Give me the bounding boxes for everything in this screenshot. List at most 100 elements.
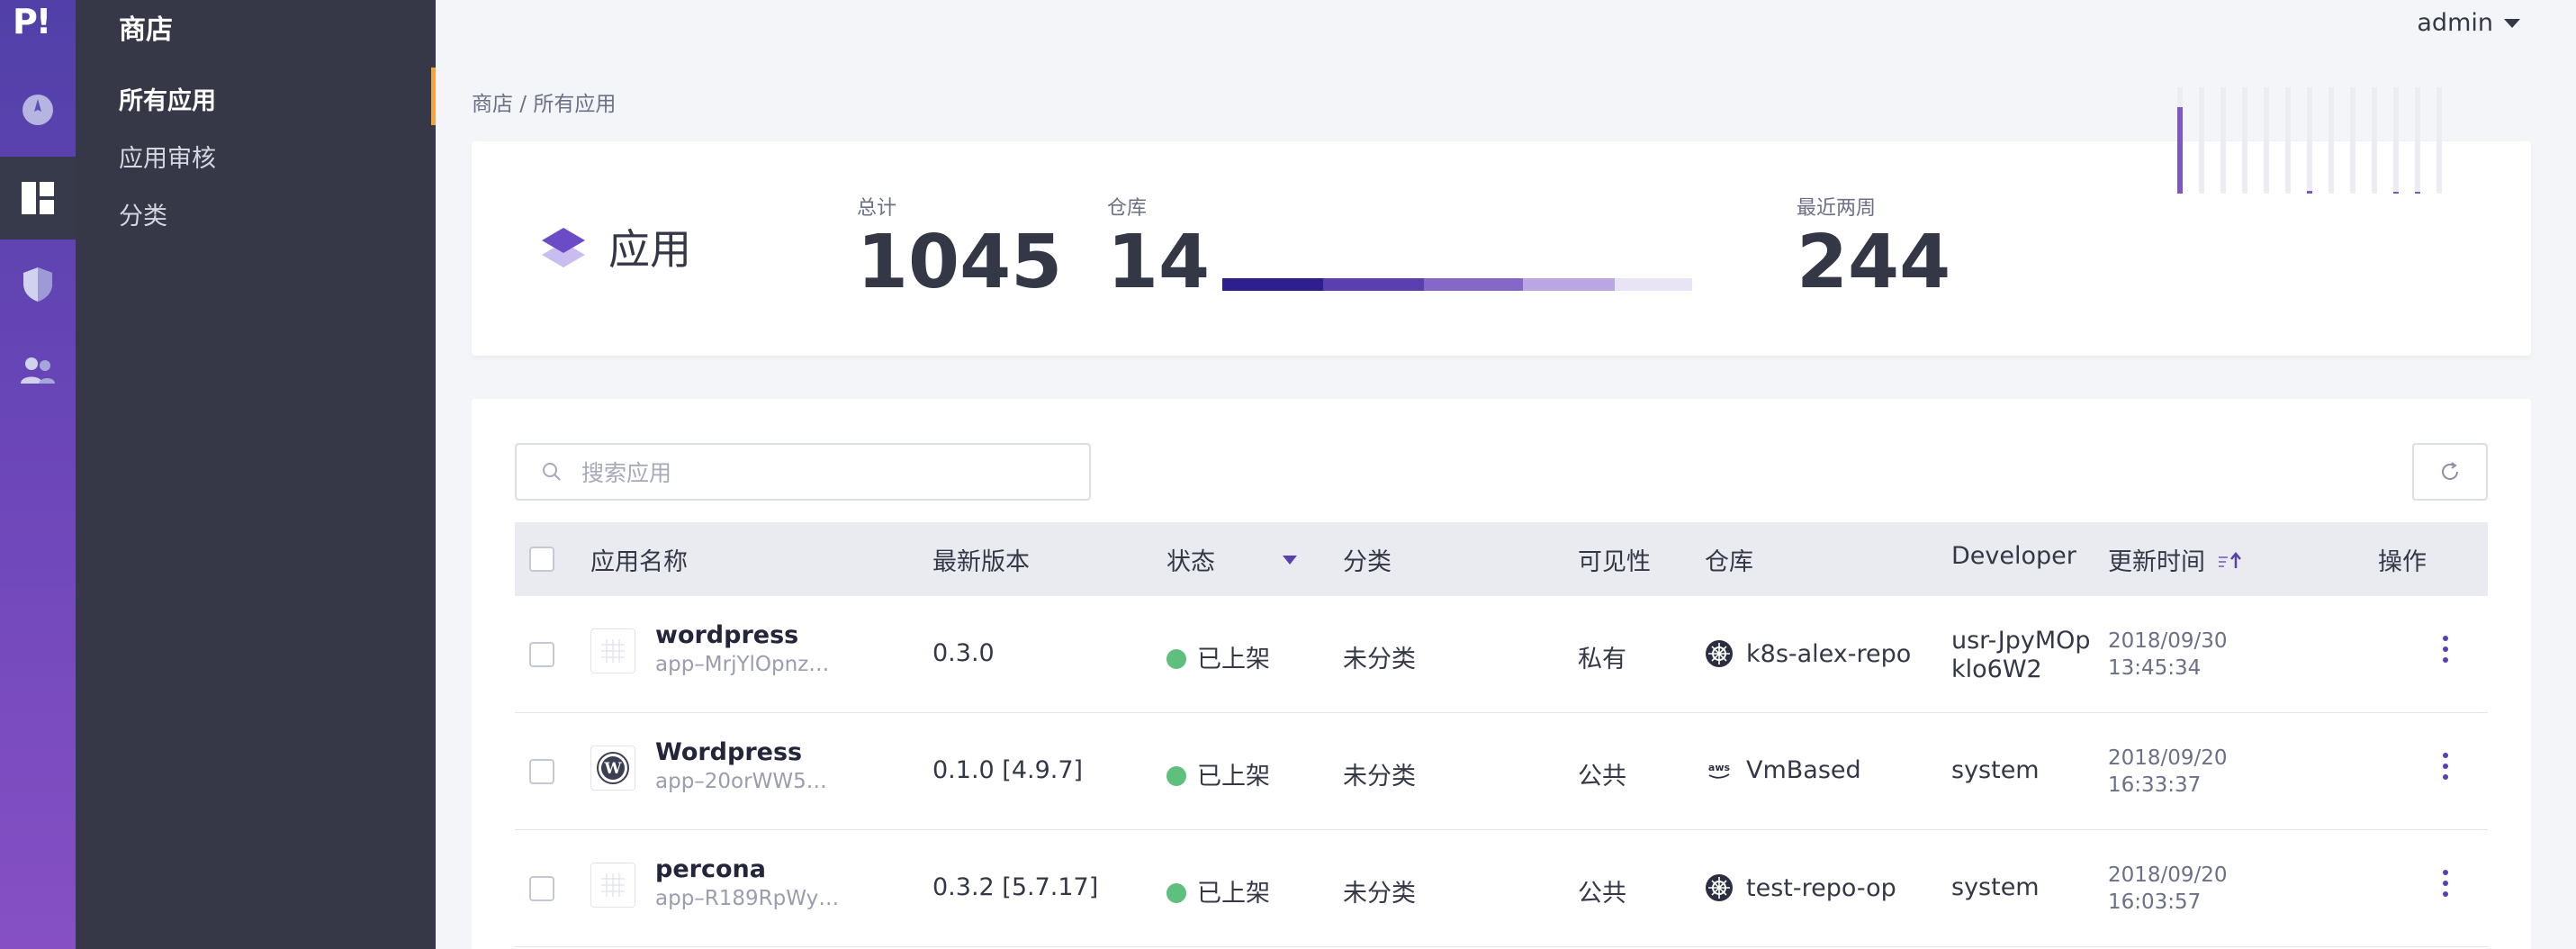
developer-line: klo6W2	[1951, 655, 2042, 684]
status-dot	[1166, 649, 1186, 669]
row-checkbox[interactable]	[529, 642, 554, 667]
app-id: app–MrjYlOpnz…	[655, 653, 830, 676]
repo-name: VmBased	[1746, 756, 1861, 784]
repo-name: k8s-alex-repo	[1746, 639, 1912, 668]
status-text: 已上架	[1197, 880, 1270, 908]
table-row[interactable]: wordpress app–MrjYlOpnz… 0.3.0 已上架 未分类 私…	[515, 596, 2488, 713]
app-developer: usr-JpyMOp klo6W2	[1951, 627, 2091, 685]
total-value: 1045	[857, 220, 1063, 305]
status-badge: 已上架	[1166, 756, 1270, 791]
app-category: 未分类	[1343, 763, 1416, 791]
header-category[interactable]: 分类	[1343, 542, 1392, 577]
breadcrumb: 商店 / 所有应用	[472, 93, 617, 116]
helm-wheel-icon	[1706, 640, 1733, 667]
app-logo[interactable]: P!	[13, 2, 51, 41]
user-menu[interactable]: admin	[2417, 9, 2520, 37]
app-category: 未分类	[1343, 880, 1416, 908]
svg-text:aws: aws	[1708, 762, 1731, 773]
app-version: 0.1.0 [4.9.7]	[932, 756, 1084, 784]
app-updated: 2018/09/30 13:45:34	[2108, 628, 2228, 682]
header-status[interactable]: 状态	[1166, 542, 1298, 577]
header-visibility[interactable]: 可见性	[1578, 542, 1651, 577]
updated-time: 13:45:34	[2108, 655, 2202, 680]
updated-time: 16:03:57	[2108, 890, 2202, 914]
repo-name: test-repo-op	[1746, 873, 1896, 902]
app-placeholder-icon	[590, 628, 635, 673]
search-icon	[543, 463, 561, 481]
sort-ascending-icon[interactable]	[2218, 551, 2243, 569]
select-all-checkbox[interactable]	[529, 547, 554, 572]
total-label: 总计	[857, 197, 897, 220]
row-checkbox[interactable]	[529, 759, 554, 784]
app-visibility: 公共	[1578, 763, 1626, 791]
stats-card: 应用 总计 1045 仓库 14 最近两周 244	[472, 87, 2531, 356]
app-version: 0.3.0	[932, 639, 995, 667]
sidebar-active-indicator	[431, 68, 436, 125]
app-name[interactable]: wordpress	[655, 621, 829, 649]
search-placeholder: 搜索应用	[581, 460, 672, 486]
dashboard-rail-item[interactable]	[0, 68, 76, 151]
app-developer: system	[1951, 873, 2040, 901]
recent-label: 最近两周	[1797, 197, 1877, 220]
search-input[interactable]: 搜索应用	[515, 443, 1091, 501]
app-repo[interactable]: k8s-alex-repo	[1705, 639, 1911, 668]
refresh-button[interactable]	[2412, 443, 2488, 501]
sidebar-title: 商店	[119, 14, 173, 46]
secondary-sidebar: 商店 所有应用 应用审核 分类	[76, 0, 436, 949]
header-name[interactable]: 应用名称	[590, 542, 688, 577]
table-row[interactable]: percona app–R189RpWy… 0.3.2 [5.7.17] 已上架…	[515, 830, 2488, 947]
aws-icon: aws	[1708, 762, 1731, 779]
table-row[interactable]: W Wordpress app–20orWW5… 0.1.0 [4.9.7] 已…	[515, 713, 2488, 830]
app-id: app–20orWW5…	[655, 770, 827, 793]
developer-line: usr-JpyMOp	[1951, 627, 2091, 655]
app-category: 未分类	[1343, 646, 1416, 673]
status-badge: 已上架	[1166, 873, 1270, 908]
recent-value: 244	[1797, 220, 1951, 305]
status-badge: 已上架	[1166, 639, 1270, 674]
stats-title: 应用	[608, 225, 691, 274]
svg-text:W: W	[603, 760, 622, 778]
compass-icon	[23, 95, 53, 125]
sidebar-item-categories[interactable]: 分类	[119, 196, 167, 231]
users-rail-item[interactable]	[0, 330, 76, 412]
store-rail-item[interactable]	[0, 157, 76, 240]
security-rail-item[interactable]	[0, 243, 76, 326]
header-updated-label: 更新时间	[2108, 548, 2205, 576]
user-name: admin	[2417, 9, 2493, 37]
row-checkbox[interactable]	[529, 876, 554, 901]
header-repo[interactable]: 仓库	[1705, 542, 1753, 577]
header-developer[interactable]: Developer	[1951, 542, 2076, 570]
shield-icon	[23, 267, 52, 302]
sidebar-item-app-review[interactable]: 应用审核	[119, 139, 216, 174]
repo-distribution-bar	[1222, 278, 1692, 291]
app-repo[interactable]: aws VmBased	[1705, 756, 1861, 784]
filter-caret-icon[interactable]	[1282, 555, 1298, 565]
header-status-label: 状态	[1166, 548, 1215, 576]
updated-date: 2018/09/30	[2108, 629, 2228, 653]
repo-bar-segment	[1323, 278, 1424, 291]
sidebar-item-all-apps[interactable]: 所有应用	[119, 81, 216, 116]
more-actions-icon[interactable]	[2443, 636, 2450, 668]
app-placeholder-icon	[590, 863, 635, 908]
app-repo[interactable]: test-repo-op	[1705, 873, 1896, 902]
more-actions-icon[interactable]	[2443, 753, 2450, 785]
app-version: 0.3.2 [5.7.17]	[932, 873, 1099, 901]
header-version[interactable]: 最新版本	[932, 542, 1030, 577]
status-dot	[1166, 883, 1186, 903]
header-actions: 操作	[2378, 548, 2427, 576]
table-header: 应用名称 最新版本 状态 分类 可见性 仓库 Developer 更新时间 操作	[515, 522, 2488, 596]
app-name[interactable]: percona	[655, 855, 839, 883]
updated-time: 16:33:37	[2108, 773, 2202, 797]
app-name[interactable]: Wordpress	[655, 738, 827, 766]
repo-value: 14	[1107, 220, 1211, 305]
status-text: 已上架	[1197, 763, 1270, 791]
layout-icon	[22, 182, 54, 214]
updated-date: 2018/09/20	[2108, 746, 2228, 770]
refresh-icon	[2442, 462, 2458, 480]
apps-panel: 搜索应用 应用名称 最新版本 状态 分类 可见性 仓库 Developer 更新…	[472, 399, 2531, 949]
repo-bar-segment	[1523, 278, 1615, 291]
repo-bar-segment	[1424, 278, 1523, 291]
header-updated[interactable]: 更新时间	[2108, 542, 2243, 577]
wordpress-logo-icon: W	[590, 746, 635, 791]
more-actions-icon[interactable]	[2443, 870, 2450, 902]
